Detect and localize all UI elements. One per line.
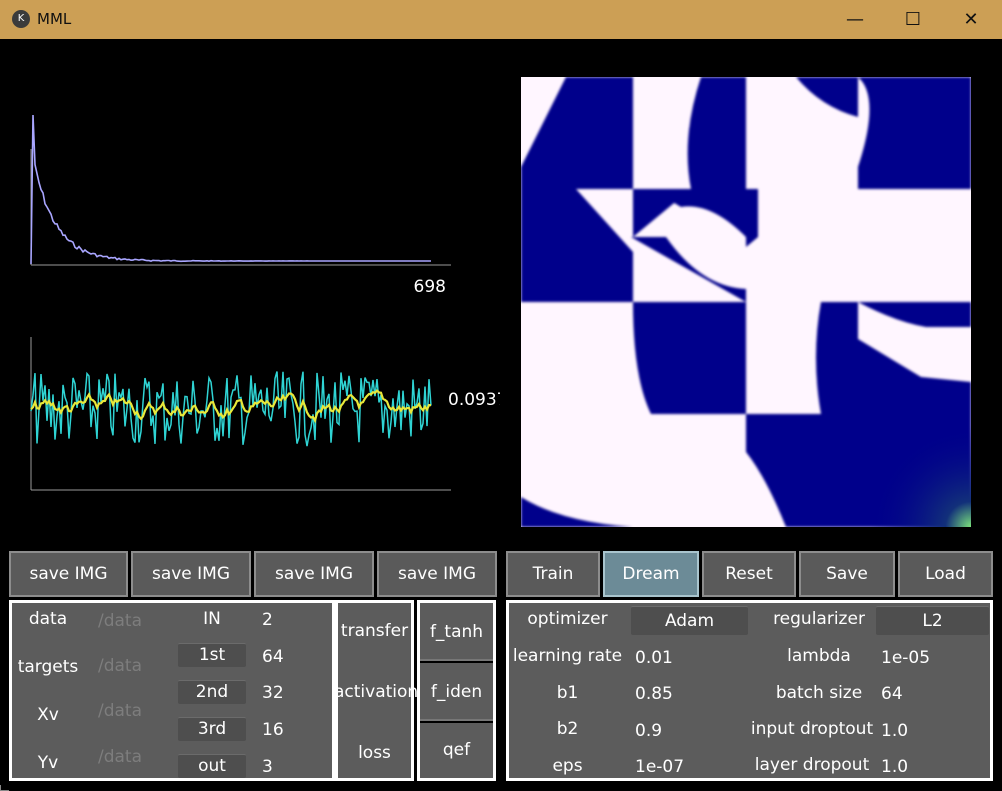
- window-title: MML: [37, 10, 72, 28]
- loss-value-label: 698: [414, 277, 446, 297]
- data-path-input[interactable]: /data: [98, 611, 142, 631]
- regularizer-label: regularizer: [773, 609, 865, 629]
- save-img-button-1[interactable]: save IMG: [9, 551, 128, 597]
- input-dropout-label: input droptout: [750, 719, 874, 739]
- batch-size-input[interactable]: 64: [881, 684, 903, 704]
- layer-2nd-label[interactable]: 2nd: [178, 680, 246, 704]
- optimizer-label: optimizer: [527, 609, 608, 629]
- minimize-button[interactable]: —: [826, 0, 884, 39]
- save-img-button-4[interactable]: save IMG: [377, 551, 497, 597]
- layer-out-size[interactable]: 3: [262, 757, 273, 777]
- eps-label: eps: [552, 756, 583, 776]
- optimizer-select[interactable]: Adam: [631, 606, 748, 635]
- activation-label: activation: [334, 682, 419, 702]
- function-labels-panel: transfer activation loss: [334, 600, 419, 781]
- b2-label: b2: [556, 719, 579, 739]
- title-bar: K MML — ☐ ✕: [0, 0, 1002, 39]
- loss-function-button[interactable]: qef: [420, 723, 493, 778]
- save-button[interactable]: Save: [799, 551, 895, 597]
- generated-image: [521, 77, 971, 527]
- resize-grip[interactable]: [0, 785, 9, 791]
- layer-in-size[interactable]: 2: [262, 610, 273, 630]
- accuracy-value-label: 0.0937: [448, 390, 500, 410]
- load-button[interactable]: Load: [898, 551, 993, 597]
- layer-dropout-label: layer dropout: [754, 755, 870, 775]
- batch-size-label: batch size: [775, 683, 863, 703]
- layer-1st-label[interactable]: 1st: [178, 643, 246, 667]
- xv-path-input[interactable]: /data: [98, 701, 142, 721]
- save-img-button-3[interactable]: save IMG: [254, 551, 374, 597]
- accuracy-raw-curve: [30, 371, 432, 447]
- function-values-panel: f_tanh f_iden qef: [417, 600, 496, 781]
- regularizer-select[interactable]: L2: [876, 606, 989, 635]
- learning-rate-input[interactable]: 0.01: [635, 648, 673, 668]
- save-img-button-2[interactable]: save IMG: [131, 551, 251, 597]
- layer-in-label: IN: [203, 609, 221, 629]
- b1-input[interactable]: 0.85: [635, 684, 673, 704]
- eps-input[interactable]: 1e-07: [635, 757, 684, 777]
- layer-3rd-label[interactable]: 3rd: [178, 717, 246, 741]
- yv-path-input[interactable]: /data: [98, 747, 142, 767]
- layer-out-label[interactable]: out: [178, 754, 246, 778]
- lambda-input[interactable]: 1e-05: [881, 648, 930, 668]
- lambda-label: lambda: [787, 646, 851, 666]
- loss-label: loss: [358, 743, 391, 763]
- transfer-label: transfer: [340, 621, 409, 641]
- b1-label: b1: [556, 683, 579, 703]
- b2-input[interactable]: 0.9: [635, 721, 662, 741]
- activation-function-button[interactable]: f_iden: [420, 663, 493, 721]
- dream-button[interactable]: Dream: [603, 551, 699, 597]
- layer-1st-size[interactable]: 64: [262, 647, 284, 667]
- kivy-logo-icon: K: [12, 10, 30, 28]
- train-button[interactable]: Train: [506, 551, 600, 597]
- layer-2nd-size[interactable]: 32: [262, 683, 284, 703]
- close-button[interactable]: ✕: [942, 0, 1000, 39]
- reset-button[interactable]: Reset: [702, 551, 796, 597]
- targets-path-input[interactable]: /data: [98, 656, 142, 676]
- data-layers-panel: data targets Xv Yv /data /data /data /da…: [9, 600, 335, 781]
- data-label: data: [28, 609, 68, 629]
- learning-rate-label: learning rate: [512, 646, 623, 666]
- layer-3rd-size[interactable]: 16: [262, 720, 284, 740]
- loss-plot: 698 0.0937: [30, 114, 500, 491]
- transfer-function-button[interactable]: f_tanh: [420, 603, 493, 661]
- maximize-button[interactable]: ☐: [884, 0, 942, 39]
- loss-curve: [30, 114, 431, 265]
- targets-label: targets: [17, 657, 79, 677]
- yv-label: Yv: [37, 753, 59, 773]
- optimizer-panel: optimizer Adam regularizer L2 learning r…: [506, 600, 993, 781]
- input-dropout-input[interactable]: 1.0: [881, 721, 908, 741]
- xv-label: Xv: [37, 705, 59, 725]
- layer-dropout-input[interactable]: 1.0: [881, 757, 908, 777]
